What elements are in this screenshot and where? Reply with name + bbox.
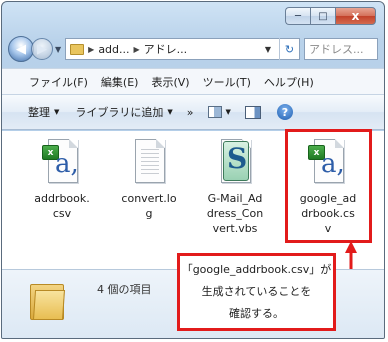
callout-line: 確認する。 — [229, 307, 284, 320]
highlight-box — [285, 129, 372, 243]
item-count: 4 個の項目 — [97, 283, 152, 296]
breadcrumb-item[interactable]: アドレ... — [144, 41, 188, 57]
menu-edit[interactable]: 編集(E) — [101, 74, 139, 90]
text-document-icon — [129, 139, 169, 185]
annotation-callout: 「google_addrbook.csv」が 生成されていることを 確認する。 — [177, 253, 336, 331]
file-item-convert-log[interactable]: convert.lo g — [112, 139, 186, 221]
menu-tools[interactable]: ツール(T) — [203, 74, 251, 90]
chevron-down-icon: ▼ — [167, 108, 173, 116]
caption-buttons: ─ □ x — [285, 7, 376, 25]
folder-icon — [70, 43, 85, 55]
history-dropdown-icon[interactable]: ▼ — [55, 45, 61, 54]
address-bar[interactable]: ▶ add... ▶ アドレ... ▼ ↻ — [65, 38, 300, 60]
chevron-right-icon[interactable]: ▶ — [88, 45, 94, 54]
maximize-button[interactable]: □ — [310, 7, 335, 25]
breadcrumb-item[interactable]: add... — [98, 43, 129, 56]
back-arrow-icon: ◀ — [16, 41, 26, 57]
address-row: ◀ ▶ ▼ ▶ add... ▶ アドレ... ▼ ↻ アドレス... — [8, 34, 378, 64]
excel-csv-icon: x a, — [42, 139, 82, 185]
file-label: G-Mail_Ad dress_Con vert.vbs — [206, 192, 264, 235]
folder-icon — [30, 280, 66, 320]
menu-file[interactable]: ファイル(F) — [29, 74, 88, 90]
forward-button[interactable]: ▶ — [31, 38, 53, 60]
menu-help[interactable]: ヘルプ(H) — [264, 74, 314, 90]
preview-pane-icon — [244, 105, 261, 119]
refresh-icon: ↻ — [284, 42, 295, 56]
add-to-library-button[interactable]: ライブラリに追加 ▼ — [75, 104, 172, 120]
change-view-button[interactable]: ▼ — [207, 106, 231, 118]
help-icon: ? — [276, 104, 293, 120]
add-to-library-label: ライブラリに追加 — [75, 106, 164, 119]
organize-label: 整理 — [28, 106, 50, 119]
file-item-addrbook-csv[interactable]: x a, addrbook. csv — [25, 139, 99, 221]
menu-view[interactable]: 表示(V) — [151, 74, 189, 90]
organize-button[interactable]: 整理 ▼ — [28, 104, 59, 120]
menu-bar: ファイル(F) 編集(E) 表示(V) ツール(T) ヘルプ(H) — [2, 68, 384, 94]
chevron-down-icon: ▼ — [54, 108, 60, 116]
chevron-right-icon[interactable]: ▶ — [134, 45, 140, 54]
file-label: convert.lo g — [121, 192, 177, 220]
minimize-button[interactable]: ─ — [285, 7, 310, 25]
search-input[interactable]: アドレス... — [304, 38, 378, 60]
close-button[interactable]: x — [335, 7, 376, 25]
file-item-gmail-address-convert-vbs[interactable]: S G-Mail_Ad dress_Con vert.vbs — [198, 139, 272, 236]
help-button[interactable]: ? — [276, 104, 293, 120]
more-label: » — [186, 105, 194, 119]
command-bar: 整理 ▼ ライブラリに追加 ▼ » ▼ ? — [2, 94, 384, 130]
forward-arrow-icon: ▶ — [37, 41, 47, 57]
address-dropdown-icon[interactable]: ▼ — [261, 45, 275, 54]
refresh-button[interactable]: ↻ — [279, 38, 299, 60]
vbs-script-icon: S — [215, 139, 255, 185]
callout-line: 「google_addrbook.csv」が — [181, 263, 332, 276]
callout-line: 生成されていることを — [201, 285, 312, 298]
chevron-down-icon: ▼ — [225, 108, 231, 116]
view-icon — [207, 106, 222, 118]
preview-pane-button[interactable] — [244, 105, 261, 119]
more-commands-button[interactable]: » — [187, 106, 194, 119]
file-list: x a, addrbook. csv convert.lo g S G-Mail… — [2, 129, 384, 291]
file-label: addrbook. csv — [34, 192, 90, 220]
